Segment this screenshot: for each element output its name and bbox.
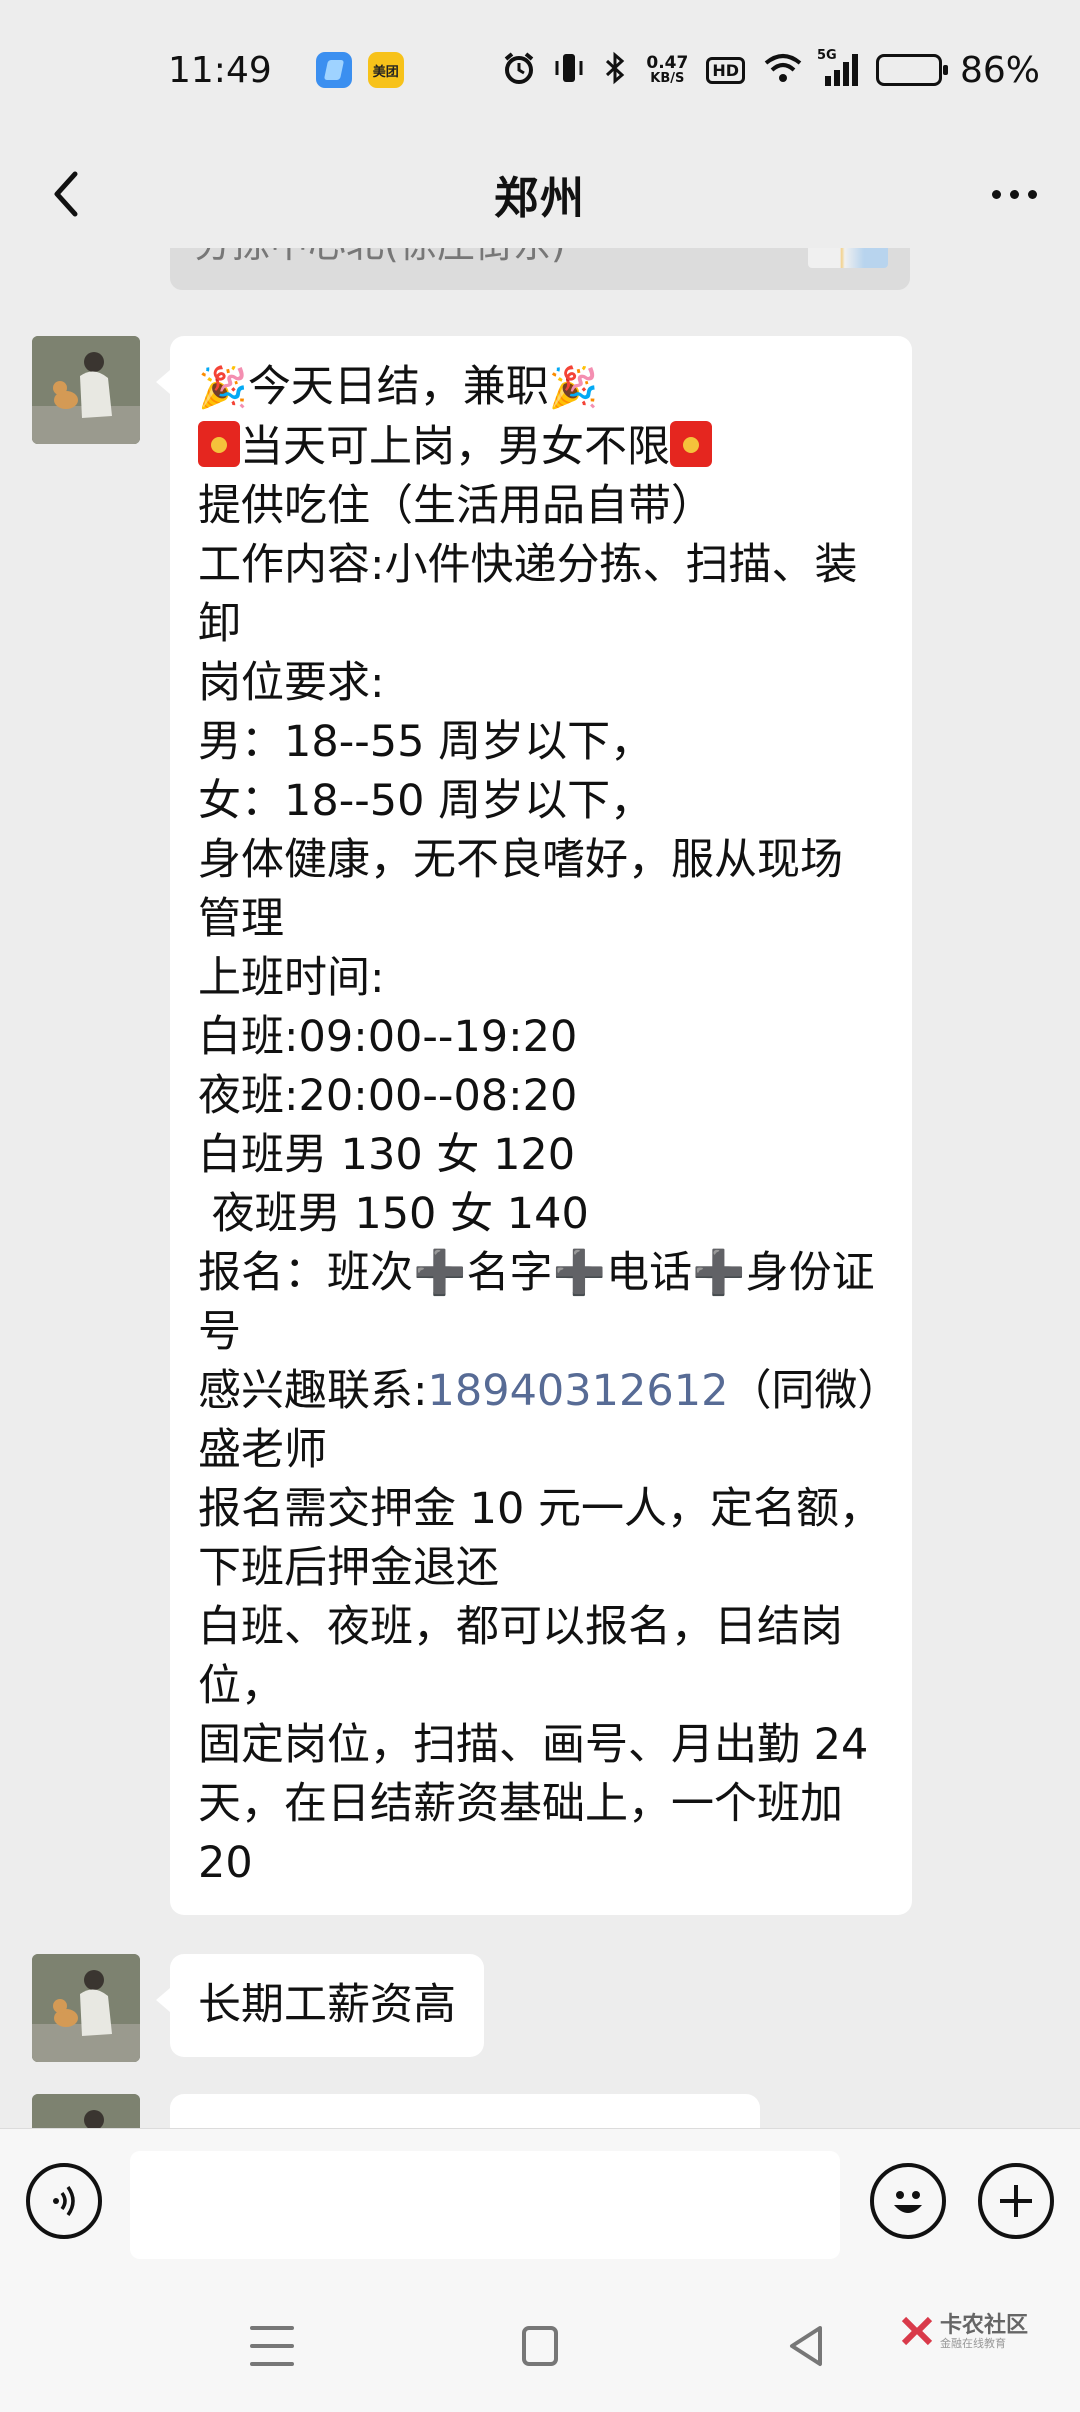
message-text: 白班:09:00--19:20 — [198, 1012, 578, 1062]
message-line: 白班男 130 女 120 — [198, 1126, 884, 1185]
message-text: 身体健康，无不良嗜好，服从现场管理 — [198, 835, 843, 944]
home-icon[interactable] — [522, 2326, 558, 2366]
message-text: 感兴趣联系: — [198, 1366, 428, 1416]
message-line: 身体健康，无不良嗜好，服从现场管理 — [198, 831, 884, 949]
back-triangle-icon[interactable] — [786, 2324, 826, 2372]
message-line: 白班、夜班，都可以报名，日结岗位， — [198, 1598, 884, 1716]
net-speed: 0.47 KB/S — [646, 53, 689, 86]
message-text: 报名：班次➕名字➕电话➕身份证号 — [198, 1248, 875, 1357]
message-input[interactable] — [130, 2151, 840, 2259]
message-bubble[interactable]: 🎉今天日结，兼职🎉 当天可上岗，男女不限 提供吃住（生活用品自带） 工作内容:小件快递… — [156, 336, 912, 1915]
chevron-left-icon — [54, 171, 78, 217]
message-text: 当天可上岗，男女不限 — [240, 422, 670, 472]
message-line: 夜班男 150 女 140 — [198, 1185, 884, 1244]
message-line: 🎉今天日结，兼职🎉 — [198, 358, 884, 418]
message-text: 女：18--50 周岁以下， — [198, 776, 654, 826]
message-line: 感兴趣联系:18940312612（同微）盛老师 — [198, 1362, 884, 1480]
cellular-signal-icon: 5G — [817, 48, 858, 86]
message-line: 报名需交押金 10 元一人，定名额，下班后押金退还 — [198, 1480, 884, 1598]
watermark: 卡农社区 金融在线教育 — [900, 2313, 1029, 2351]
message-line: 长期工薪资高 — [198, 1976, 456, 2035]
message-line: 岗位要求: — [198, 654, 884, 713]
party-popper-icon: 🎉 — [198, 365, 248, 411]
chat-header: 郑州 — [0, 140, 1080, 248]
message-text: 报名需交押金 10 元一人，定名额，下班后押金退还 — [198, 1484, 883, 1593]
message-text: 岗位要求: — [198, 658, 385, 708]
message-line: 固定岗位，扫描、画号、月出勤 24天，在日结薪资基础上，一个班加20 — [198, 1716, 884, 1893]
previous-location-card[interactable]: 分拣中心北(徐庄街东) — [170, 248, 910, 290]
message-bubble-partial[interactable] — [170, 2094, 760, 2128]
voice-button[interactable] — [26, 2163, 102, 2239]
previous-card-text: 分拣中心北(徐庄街东) — [194, 248, 566, 268]
input-bar — [0, 2128, 1080, 2284]
alarm-icon — [502, 51, 536, 90]
blue-app-icon — [315, 52, 352, 88]
map-thumbnail — [808, 248, 888, 268]
message-line: 白班:09:00--19:20 — [198, 1008, 884, 1067]
message-text: 白班男 130 女 120 — [198, 1130, 576, 1180]
message-line: 报名：班次➕名字➕电话➕身份证号 — [198, 1244, 884, 1362]
menu-icon[interactable] — [250, 2326, 294, 2366]
message-line: 男：18--55 周岁以下， — [198, 713, 884, 772]
chat-title: 郑州 — [494, 173, 586, 224]
message-line: 夜班:20:00--08:20 — [198, 1067, 884, 1126]
wifi-icon — [763, 52, 803, 89]
system-nav-bar: 卡农社区 金融在线教育 — [0, 2284, 1080, 2412]
meituan-app-icon: 美团 — [367, 52, 404, 88]
plus-button[interactable] — [978, 2163, 1054, 2239]
chat-messages[interactable]: 分拣中心北(徐庄街东) 🎉今天日结，兼职🎉当天可上岗，男女不限提供吃住（生活用品… — [0, 248, 1080, 2128]
message-text: 上班时间: — [198, 953, 385, 1003]
status-time: 11:49 — [168, 49, 272, 91]
message-text: 夜班:20:00--08:20 — [198, 1071, 578, 1121]
message-text: 固定岗位，扫描、画号、月出勤 24天，在日结薪资基础上，一个班加20 — [198, 1720, 869, 1888]
red-envelope-icon — [670, 421, 712, 467]
red-envelope-icon — [198, 421, 240, 467]
message-text: 今天日结，兼职 — [247, 362, 549, 412]
message-text: 工作内容:小件快递分拣、扫描、装卸 — [198, 540, 858, 649]
phone-number-link[interactable]: 18940312612 — [428, 1366, 729, 1416]
avatar[interactable] — [32, 336, 140, 444]
bluetooth-icon — [602, 51, 628, 90]
message-line: 工作内容:小件快递分拣、扫描、装卸 — [198, 536, 884, 654]
network-type-label: 5G — [816, 48, 837, 63]
more-dots-icon — [991, 189, 1001, 199]
message-bubble[interactable]: 长期工薪资高 — [156, 1954, 484, 2057]
watermark-logo-icon — [901, 2317, 933, 2346]
voice-icon — [53, 2185, 75, 2217]
message-line: 女：18--50 周岁以下， — [198, 772, 884, 831]
hd-icon: HD — [706, 56, 745, 84]
message-line: 当天可上岗，男女不限 — [198, 418, 884, 477]
avatar[interactable] — [32, 1954, 140, 2062]
avatar[interactable] — [32, 2094, 140, 2128]
party-popper-icon: 🎉 — [548, 365, 599, 411]
emoji-icon — [894, 2191, 922, 2213]
watermark-subtitle: 金融在线教育 — [940, 2337, 1006, 2351]
back-button[interactable] — [30, 158, 102, 230]
status-icons: 0.47 KB/S HD 5G 86% — [502, 48, 1040, 91]
message-text: 夜班男 150 女 140 — [198, 1189, 589, 1239]
vibrate-icon — [554, 51, 584, 90]
battery-icon — [875, 54, 948, 86]
message-text: 提供吃住（生活用品自带） — [198, 481, 714, 531]
message-text: 长期工薪资高 — [198, 1980, 456, 2030]
net-speed-unit: KB/S — [650, 71, 685, 86]
net-speed-value: 0.47 — [646, 53, 689, 73]
emoji-button[interactable] — [870, 2163, 946, 2239]
battery-percent: 86% — [959, 49, 1040, 91]
more-button[interactable] — [978, 158, 1050, 230]
message-line: 上班时间: — [198, 949, 884, 1008]
message-text: 白班、夜班，都可以报名，日结岗位， — [198, 1602, 843, 1711]
watermark-title: 卡农社区 — [940, 2313, 1029, 2338]
plus-icon — [1000, 2185, 1032, 2217]
message-line: 提供吃住（生活用品自带） — [198, 477, 884, 536]
status-bar: 11:49 美团 0.47 KB/S HD 5G 86% — [0, 0, 1080, 140]
message-text: 男：18--55 周岁以下， — [198, 717, 654, 767]
